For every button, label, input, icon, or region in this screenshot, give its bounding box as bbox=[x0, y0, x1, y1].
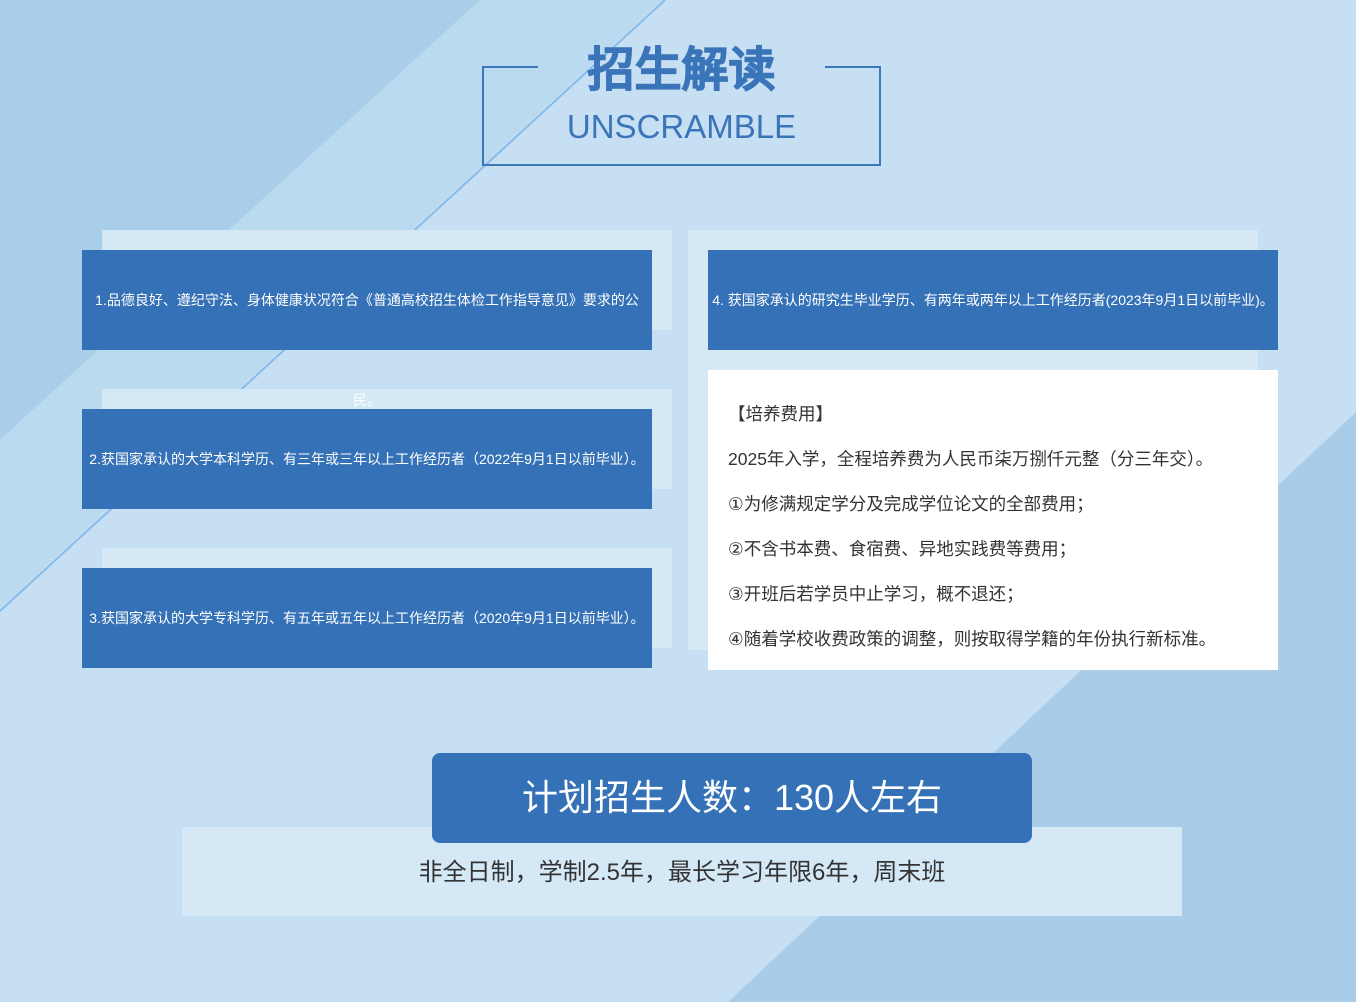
requirement-card-1: 1.品德良好、遵纪守法、身体健康状况符合《普通高校招生体检工作指导意见》要求的公… bbox=[82, 250, 652, 408]
enrollment-plan-text: 计划招生人数：130人左右 bbox=[521, 777, 943, 818]
fees-heading: 【培养费用】 bbox=[728, 404, 833, 424]
requirement-card-3: 3.获国家承认的大学专科学历、有五年或五年以上工作经历者（2020年9月1日以前… bbox=[82, 568, 652, 668]
requirement-text: 2.获国家承认的大学本科学历、有三年或三年以上工作经历者（2022年9月1日以前… bbox=[89, 451, 645, 467]
fees-line: ③开班后若学员中止学习，概不退还； bbox=[728, 584, 1024, 604]
section-subtitle: UNSCRAMBLE bbox=[566, 108, 797, 145]
requirement-card-4: 4. 获国家承认的研究生毕业学历、有两年或两年以上工作经历者(2023年9月1日… bbox=[708, 250, 1278, 350]
requirement-text: 4. 获国家承认的研究生毕业学历、有两年或两年以上工作经历者(2023年9月1日… bbox=[712, 292, 1274, 308]
requirement-text: 1.品德良好、遵纪守法、身体健康状况符合《普通高校招生体检工作指导意见》要求的公 bbox=[95, 292, 639, 308]
requirement-card-2: 2.获国家承认的大学本科学历、有三年或三年以上工作经历者（2022年9月1日以前… bbox=[82, 409, 652, 509]
fees-line: ④随着学校收费政策的调整，则按取得学籍的年份执行新标准。 bbox=[728, 629, 1217, 649]
enrollment-plan-badge: 计划招生人数：130人左右 bbox=[432, 753, 1032, 843]
fees-line: ①为修满规定学分及完成学位论文的全部费用； bbox=[728, 494, 1094, 514]
fees-line: 2025年入学，全程培养费为人民币柒万捌仟元整（分三年交）。 bbox=[728, 449, 1214, 469]
fees-line: ②不含书本费、食宿费、异地实践费等费用； bbox=[728, 539, 1077, 559]
fees-card: 【培养费用】 2025年入学，全程培养费为人民币柒万捌仟元整（分三年交）。 ①为… bbox=[708, 370, 1278, 670]
requirement-text: 3.获国家承认的大学专科学历、有五年或五年以上工作经历者（2020年9月1日以前… bbox=[89, 610, 645, 626]
section-title: 招生解读 bbox=[587, 43, 776, 96]
admissions-section: 招生解读 UNSCRAMBLE 1.品德良好、遵纪守法、身体健康状况符合《普通高… bbox=[0, 0, 1356, 1002]
study-schedule-text: 非全日制，学制2.5年，最长学习年限6年，周末班 bbox=[418, 859, 946, 886]
